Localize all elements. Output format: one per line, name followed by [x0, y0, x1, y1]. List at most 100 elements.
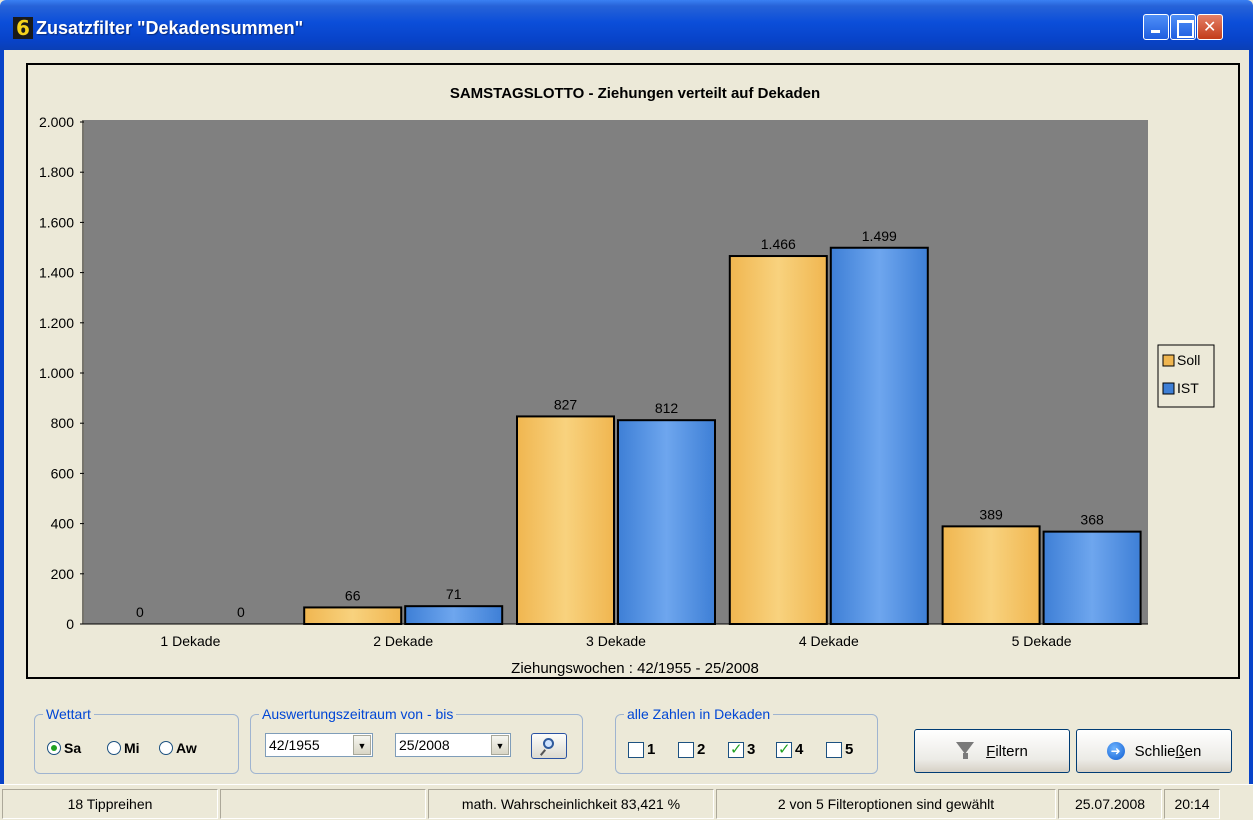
- checkbox-icon[interactable]: [776, 740, 792, 758]
- close-button-label: Schließen: [1134, 742, 1202, 760]
- radio-label: Aw: [176, 740, 197, 756]
- data-label: 389: [979, 506, 1003, 522]
- chevron-down-icon[interactable]: ▼: [353, 735, 371, 755]
- search-button[interactable]: [531, 733, 567, 759]
- x-axis-label: Ziehungswochen : 42/1955 - 25/2008: [511, 660, 759, 677]
- checkbox-label: 1: [647, 741, 656, 758]
- close-window-button[interactable]: [1197, 14, 1223, 40]
- x-tick-label: 2 Dekade: [373, 633, 433, 649]
- status-filteroptionen: 2 von 5 Filteroptionen sind gewählt: [716, 789, 1056, 819]
- radio-dot-icon[interactable]: [159, 741, 173, 755]
- data-label: 812: [655, 400, 679, 416]
- checkbox-icon[interactable]: [826, 741, 842, 758]
- wettart-group: Wettart Sa Mi Aw: [34, 706, 239, 774]
- status-bar: 18 Tippreihen math. Wahrscheinlichkeit 8…: [0, 784, 1253, 820]
- legend: Soll IST: [1157, 344, 1215, 408]
- legend-label-ist: IST: [1177, 380, 1199, 396]
- y-tick-label: 1.600: [39, 214, 74, 230]
- data-label: 66: [345, 587, 361, 603]
- chevron-down-icon[interactable]: ▼: [491, 735, 509, 755]
- to-week-value: 25/2008: [399, 737, 450, 753]
- y-tick-label: 0: [66, 616, 74, 632]
- y-tick-label: 200: [51, 566, 75, 582]
- chart-panel: SAMSTAGSLOTTO - Ziehungen verteilt auf D…: [26, 63, 1240, 679]
- radio-label: Mi: [124, 740, 140, 756]
- data-label: 1.466: [761, 236, 796, 252]
- y-tick-label: 1.200: [39, 315, 74, 331]
- bar-soll-5: [941, 525, 1041, 625]
- checkbox-label: 4: [795, 741, 804, 758]
- zahlen-legend: alle Zahlen in Dekaden: [624, 706, 774, 722]
- chart-title: SAMSTAGSLOTTO - Ziehungen verteilt auf D…: [450, 85, 820, 102]
- radio-mittwoch[interactable]: Mi: [107, 740, 140, 756]
- bar-soll-4: [728, 255, 828, 625]
- data-label: 0: [237, 604, 245, 620]
- data-label: 1.499: [862, 228, 897, 244]
- legend-swatch-ist: [1162, 382, 1175, 395]
- checkbox-icon[interactable]: [728, 740, 744, 758]
- status-time: 20:14: [1164, 789, 1220, 819]
- bar-ist-5: [1042, 530, 1142, 625]
- x-tick-label: 5 Dekade: [1012, 633, 1072, 649]
- radio-alle[interactable]: Aw: [159, 740, 197, 756]
- y-tick-label: 400: [51, 516, 75, 532]
- zeitraum-legend: Auswertungszeitraum von - bis: [259, 706, 457, 722]
- data-label: 0: [136, 604, 144, 620]
- filter-button[interactable]: Filtern: [914, 729, 1070, 773]
- y-tick-label: 1.400: [39, 265, 74, 281]
- status-tippreihen: 18 Tippreihen: [2, 789, 218, 819]
- checkbox-label: 5: [845, 741, 854, 758]
- checkbox-dekade-4[interactable]: 4: [776, 740, 804, 758]
- data-label: 368: [1080, 512, 1104, 528]
- bar-ist-4: [829, 246, 929, 625]
- bar-ist-3: [617, 419, 716, 625]
- y-tick-label: 1.800: [39, 164, 74, 180]
- x-tick-label: 4 Dekade: [799, 633, 859, 649]
- bar-soll-3: [516, 415, 615, 625]
- x-tick-label: 3 Dekade: [586, 633, 646, 649]
- wettart-legend: Wettart: [43, 706, 94, 722]
- checkbox-label: 2: [697, 741, 706, 758]
- status-wahrscheinlichkeit: math. Wahrscheinlichkeit 83,421 %: [428, 789, 714, 819]
- checkbox-label: 3: [747, 741, 756, 758]
- window-title: Zusatzfilter "Dekadensummen": [36, 18, 304, 38]
- bar-chart: SAMSTAGSLOTTO - Ziehungen verteilt auf D…: [39, 85, 1215, 677]
- radio-dot-icon[interactable]: [47, 741, 61, 755]
- checkbox-dekade-1[interactable]: 1: [628, 741, 655, 758]
- checkbox-dekade-2[interactable]: 2: [678, 741, 705, 758]
- y-tick-label: 800: [51, 415, 75, 431]
- magnifier-handle: [539, 749, 547, 756]
- from-week-select[interactable]: 42/1955 ▼: [265, 733, 373, 757]
- x-tick-label: 1 Dekade: [160, 633, 220, 649]
- magnifier-icon: [543, 738, 554, 749]
- app-logo-icon: 6: [13, 17, 33, 39]
- checkbox-icon[interactable]: [628, 741, 644, 758]
- legend-label-soll: Soll: [1177, 352, 1200, 368]
- minimize-button[interactable]: [1143, 14, 1169, 40]
- zahlen-group: alle Zahlen in Dekaden 1 2 3 4 5: [615, 706, 878, 774]
- zeitraum-group: Auswertungszeitraum von - bis 42/1955 ▼ …: [250, 706, 583, 774]
- data-label: 827: [554, 396, 578, 412]
- y-tick-label: 1.000: [39, 365, 74, 381]
- status-date: 25.07.2008: [1058, 789, 1162, 819]
- y-tick-label: 2.000: [39, 114, 74, 130]
- checkbox-dekade-3[interactable]: 3: [728, 740, 756, 758]
- data-label: 71: [446, 586, 462, 602]
- checkbox-icon[interactable]: [678, 741, 694, 758]
- radio-label: Sa: [64, 740, 82, 756]
- to-week-select[interactable]: 25/2008 ▼: [395, 733, 511, 757]
- radio-dot-icon[interactable]: [107, 741, 121, 755]
- from-week-value: 42/1955: [269, 737, 320, 753]
- bar-soll-2: [303, 606, 403, 626]
- title-bar[interactable]: 6 Zusatzfilter "Dekadensummen": [0, 0, 1253, 50]
- funnel-icon: [956, 742, 978, 760]
- checkbox-dekade-5[interactable]: 5: [826, 741, 853, 758]
- legend-swatch-soll: [1162, 354, 1175, 367]
- maximize-button[interactable]: [1170, 14, 1196, 40]
- y-tick-label: 600: [51, 465, 75, 481]
- close-button[interactable]: ➜ Schließen: [1076, 729, 1232, 773]
- status-empty: [220, 789, 426, 819]
- filter-button-label: Filtern: [986, 742, 1028, 760]
- bar-ist-2: [404, 605, 504, 626]
- radio-samstag[interactable]: Sa: [47, 740, 81, 756]
